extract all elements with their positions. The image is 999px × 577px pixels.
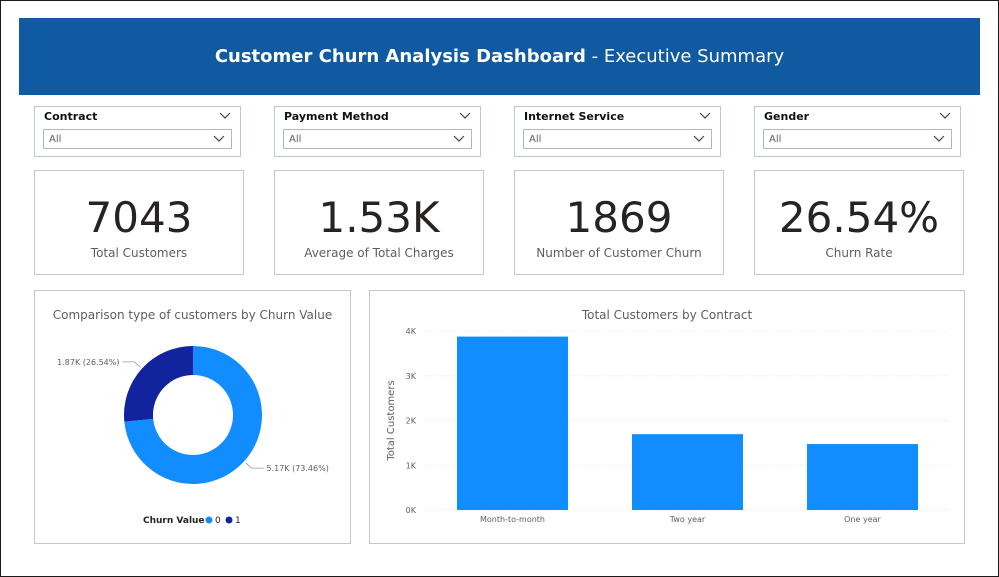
slicer-label: Contract xyxy=(44,110,98,123)
internet-service-dropdown[interactable]: All xyxy=(523,129,712,149)
kpi-label: Churn Rate xyxy=(825,246,893,260)
bar[interactable] xyxy=(632,434,743,510)
chevron-down-icon xyxy=(933,135,945,142)
y-tick-label: 1K xyxy=(406,461,417,470)
contract-slicer[interactable]: Contract All xyxy=(34,106,241,157)
data-label: 1.87K (26.54%) xyxy=(57,358,119,367)
leader-line xyxy=(245,462,264,469)
kpi-value: 1869 xyxy=(565,193,673,242)
gender-dropdown[interactable]: All xyxy=(763,129,952,149)
internet-service-slicer[interactable]: Internet Service All xyxy=(514,106,721,157)
kpi-value: 1.53K xyxy=(318,193,440,242)
y-axis-title: Total Customers xyxy=(386,380,397,461)
kpi-value: 26.54% xyxy=(778,193,940,242)
kpi-label: Average of Total Charges xyxy=(304,246,454,260)
dropdown-value: All xyxy=(529,134,542,145)
kpi-label: Total Customers xyxy=(90,246,188,260)
chevron-down-icon xyxy=(213,135,225,142)
page-subtitle: - Executive Summary xyxy=(591,46,785,67)
chevron-down-icon[interactable] xyxy=(218,110,232,120)
slicer-label: Gender xyxy=(764,110,810,123)
slicer-label: Internet Service xyxy=(524,110,625,123)
chevron-down-icon xyxy=(453,135,465,142)
customer-churn-card: 1869 Number of Customer Churn xyxy=(514,170,724,275)
x-tick-label: One year xyxy=(844,515,881,524)
bar[interactable] xyxy=(457,336,568,510)
y-tick-label: 4K xyxy=(406,327,417,336)
total-customers-card: 7043 Total Customers xyxy=(34,170,244,275)
dropdown-value: All xyxy=(289,134,302,145)
x-tick-label: Two year xyxy=(669,515,706,524)
kpi-value: 7043 xyxy=(85,193,193,242)
y-tick-label: 2K xyxy=(406,417,417,426)
legend-swatch xyxy=(205,516,213,524)
bar-chart-panel: Total Customers by Contract 0K 1K 2K 3K 4K To… xyxy=(369,290,965,544)
y-tick-label: 3K xyxy=(406,372,417,381)
bar[interactable] xyxy=(807,444,918,510)
slicer-label: Payment Method xyxy=(284,110,389,123)
churn-rate-card: 26.54% Churn Rate xyxy=(754,170,964,275)
donut-chart-panel: Comparison type of customers by Churn Va… xyxy=(34,290,351,544)
legend-item[interactable]: 0 xyxy=(215,516,221,526)
y-tick-label: 0K xyxy=(406,506,417,515)
legend-title: Churn Value xyxy=(143,516,205,526)
x-tick-label: Month-to-month xyxy=(480,515,545,524)
contract-dropdown[interactable]: All xyxy=(43,129,232,149)
donut-slice-1[interactable] xyxy=(124,346,193,422)
chevron-down-icon xyxy=(693,135,705,142)
kpi-label: Number of Customer Churn xyxy=(536,246,702,260)
leader-line xyxy=(122,361,141,368)
payment-method-slicer[interactable]: Payment Method All xyxy=(274,106,481,157)
legend-swatch xyxy=(225,516,233,524)
chevron-down-icon[interactable] xyxy=(938,110,952,120)
dropdown-value: All xyxy=(49,134,62,145)
chevron-down-icon[interactable] xyxy=(698,110,712,120)
gender-slicer[interactable]: Gender All xyxy=(754,106,961,157)
dashboard-header: Customer Churn Analysis Dashboard - Exec… xyxy=(19,18,980,95)
legend-item[interactable]: 1 xyxy=(235,516,241,526)
donut-chart: 5.17K (73.46%) 1.87K (26.54%) Churn Value 0… xyxy=(57,346,329,526)
payment-method-dropdown[interactable]: All xyxy=(283,129,472,149)
dropdown-value: All xyxy=(769,134,782,145)
data-label: 5.17K (73.46%) xyxy=(266,464,328,473)
avg-total-charges-card: 1.53K Average of Total Charges xyxy=(274,170,484,275)
bar-chart: 0K 1K 2K 3K 4K Total Customers Month-to-month T… xyxy=(386,327,950,524)
page-title: Customer Churn Analysis Dashboard xyxy=(214,46,586,67)
chevron-down-icon[interactable] xyxy=(458,110,472,120)
